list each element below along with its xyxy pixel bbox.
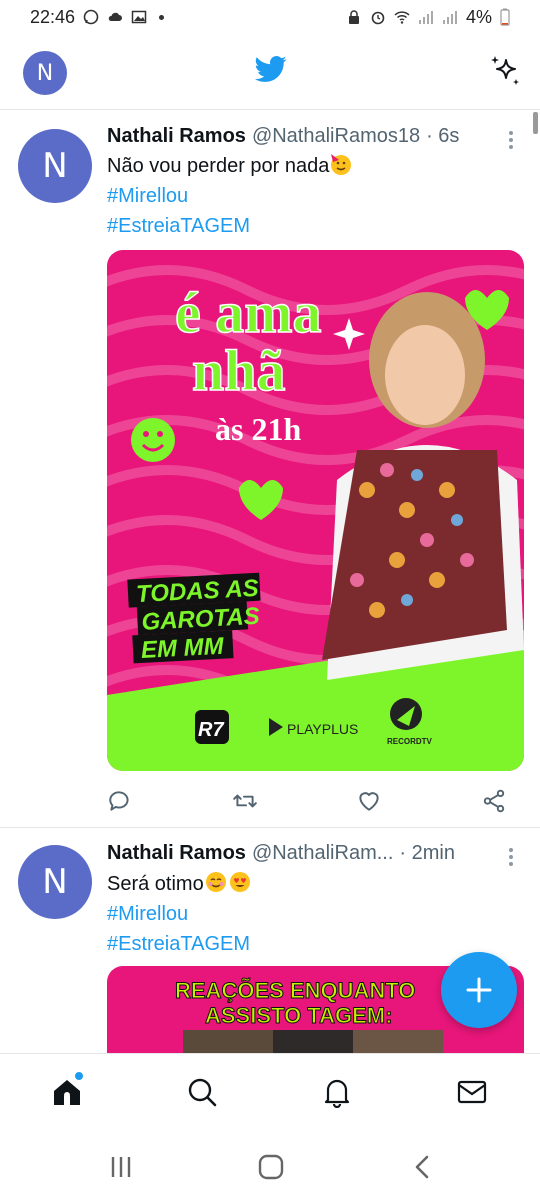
author-name[interactable]: Nathali Ramos [107,842,246,865]
status-bar: 22:46 4% [0,0,540,34]
poster-headline-2: nhã [192,338,286,403]
gallery-icon [131,10,147,24]
system-navigation-bar [0,1135,540,1200]
logo-recordtv: RECORDTV [387,737,433,746]
author-handle[interactable]: @NathaliRamos18 [252,125,420,148]
tab-home[interactable] [51,1072,83,1108]
messages-mail-icon[interactable] [456,1076,488,1108]
more-options-icon[interactable] [508,846,514,866]
tweet-time[interactable]: · 6s [426,125,459,148]
author-name[interactable]: Nathali Ramos [107,125,246,148]
heart-eyes-emoji-icon [229,872,250,892]
tweet-body: Será otimo [107,873,204,895]
poster2-line2: ASSISTO TAGEM: [205,1003,392,1028]
poster2-line1: REAÇÕES ENQUANTO [175,978,415,1003]
tweet-image[interactable]: é ama nhã às 21h TODAS AS GAROTAS EM MM … [107,250,524,771]
poster-headline-1: é ama [175,280,322,345]
wifi-icon [394,11,410,24]
smiling-face-emoji-icon [205,872,226,892]
signal-icon [418,11,433,24]
alarm-icon [371,11,385,25]
home-icon [54,1080,80,1105]
clock: 22:46 [30,6,76,27]
reply-icon[interactable] [107,788,133,814]
plus-icon [466,977,492,1003]
compose-tweet-button[interactable] [441,952,517,1028]
recent-apps-icon[interactable] [107,1153,135,1181]
tweet-avatar[interactable]: N [18,129,92,203]
tweet[interactable]: N Nathali Ramos @NathaliRamos18 · 6s Não… [0,111,540,827]
like-icon[interactable] [356,788,382,814]
share-icon[interactable] [481,788,507,814]
bottom-tab-bar [0,1053,540,1135]
tweet-header: Nathali Ramos @NathaliRam... · 2min [107,842,512,865]
notification-dot [75,1072,83,1080]
poster-garotas: GAROTAS [141,603,260,636]
tweet-time[interactable]: · 2min [399,842,455,865]
tweet-avatar[interactable]: N [18,845,92,919]
hashtag-link[interactable]: #EstreiaTAGEM [107,933,250,955]
partying-face-emoji-icon [331,154,352,175]
whatsapp-icon [83,9,99,25]
tweet-text: Será otimo #Mirellou #EstreiaTAGEM [107,869,252,959]
back-icon[interactable] [409,1153,437,1181]
battery-percent: 4% [465,6,492,27]
hashtag-link[interactable]: #Mirellou [107,185,188,207]
profile-avatar[interactable]: N [23,51,67,95]
sparkle-icon[interactable] [488,54,522,88]
tweet-text: Não vou perder por nada #Mirellou #Estre… [107,151,353,241]
battery-icon [500,8,510,26]
logo-playplus: PLAYPLUS [287,721,358,737]
poster-time: às 21h [215,411,301,447]
hashtag-link[interactable]: #Mirellou [107,903,188,925]
more-options-icon[interactable] [508,129,514,149]
avatar-letter: N [42,146,68,186]
lock-icon [348,10,359,24]
notification-dot [159,14,165,20]
poster-emmm: EM MM [140,633,225,664]
twitter-logo-icon[interactable] [253,53,289,85]
signal-icon-2 [442,11,457,24]
notifications-bell-icon[interactable] [321,1076,353,1108]
avatar-letter: N [42,862,68,902]
poster-graphic: é ama nhã às 21h TODAS AS GAROTAS EM MM … [107,265,524,771]
home-button-icon[interactable] [257,1153,285,1181]
search-icon[interactable] [186,1076,218,1108]
top-app-bar: N [0,34,540,110]
avatar-letter: N [36,60,54,86]
retweet-icon[interactable] [232,788,258,814]
author-handle[interactable]: @NathaliRam... [252,842,393,865]
tweet-header: Nathali Ramos @NathaliRamos18 · 6s [107,125,512,148]
cloud-icon [108,12,123,21]
tweet-body: Não vou perder por nada [107,155,330,177]
logo-r7: R7 [198,719,224,741]
tweet-actions [107,788,507,814]
hashtag-link[interactable]: #EstreiaTAGEM [107,215,250,237]
